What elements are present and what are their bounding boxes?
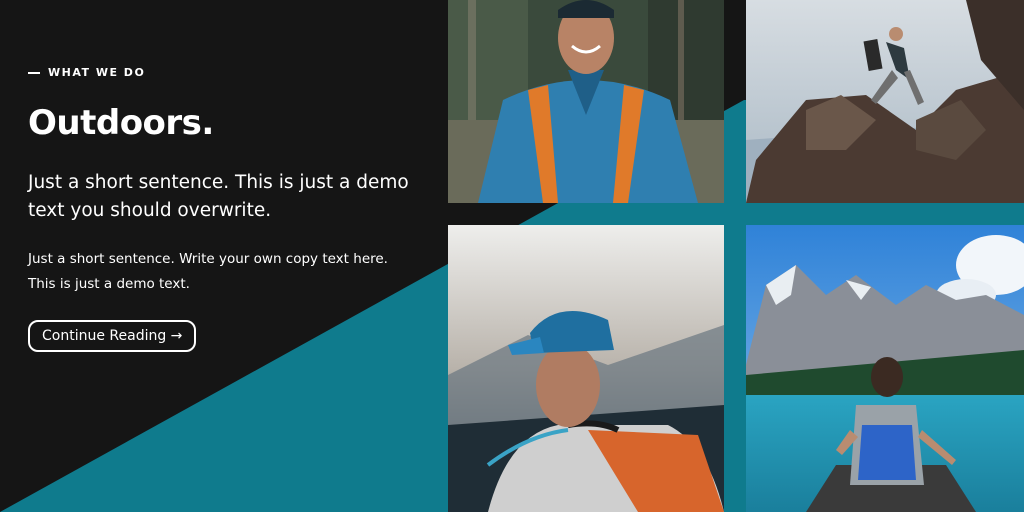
climber-on-rocks-photo (746, 0, 1024, 203)
section-title: Outdoors. (28, 103, 214, 143)
smiling-hiker-photo (448, 0, 724, 203)
section-lead-text: Just a short sentence. This is just a de… (28, 172, 409, 221)
eyebrow-label: WHAT WE DO (48, 66, 146, 79)
hiker-with-cap-photo (448, 225, 724, 512)
section-content: WHAT WE DO Outdoors. Just a short senten… (28, 66, 428, 352)
section-body-text: Just a short sentence. Write your own co… (28, 251, 388, 292)
continue-reading-button[interactable]: Continue Reading → (28, 320, 197, 352)
eyebrow-dash (28, 71, 40, 74)
kayaker-on-lake-photo (746, 225, 1024, 512)
section-eyebrow: WHAT WE DO (28, 66, 428, 79)
